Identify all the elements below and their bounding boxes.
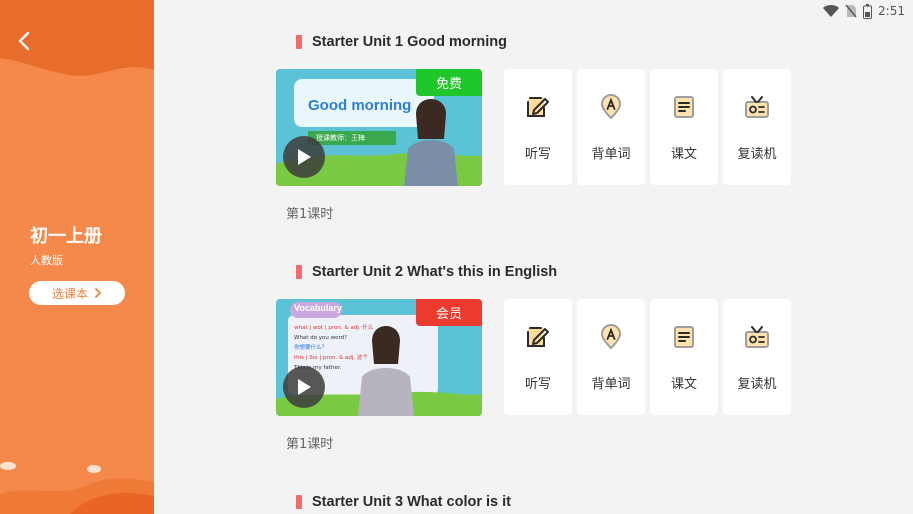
radio-icon — [745, 96, 769, 118]
sidebar-bottom-wave — [0, 462, 154, 514]
book-edition: 人教版 — [30, 254, 63, 267]
chevron-right-icon — [95, 288, 102, 298]
dictation-button[interactable]: 听写 — [504, 299, 572, 415]
play-button[interactable] — [283, 366, 325, 408]
member-badge: 会员 — [416, 299, 482, 326]
back-button[interactable] — [12, 28, 38, 54]
repeater-button[interactable]: 复读机 — [723, 69, 791, 185]
vocabulary-button[interactable]: 背单词 — [577, 299, 645, 415]
video-caption: Good morning — [308, 97, 412, 114]
tile-label: 背单词 — [591, 377, 631, 392]
unit-title-text: Starter Unit 2 What's this in English — [312, 264, 558, 280]
unit-title: Starter Unit 3 What color is it — [296, 494, 511, 510]
main-content: Starter Unit 1 Good morning Good morning… — [154, 0, 913, 514]
book-title: 初一上册 — [30, 226, 102, 247]
tile-label: 听写 — [524, 377, 551, 392]
video-caption: Vocabulary — [294, 303, 342, 313]
document-icon — [674, 326, 694, 348]
repeater-button[interactable]: 复读机 — [723, 299, 791, 415]
tile-label: 听写 — [524, 147, 551, 162]
free-badge: 免费 — [416, 69, 482, 96]
play-icon — [298, 149, 311, 165]
unit-title: Starter Unit 1 Good morning — [296, 34, 507, 50]
unit-title-text: Starter Unit 1 Good morning — [312, 34, 507, 50]
tile-label: 复读机 — [737, 377, 777, 392]
badge-label: 会员 — [435, 307, 462, 322]
unit-marker — [296, 495, 302, 509]
select-book-label: 选课本 — [51, 286, 88, 301]
chevron-left-icon — [18, 31, 30, 51]
unit-marker — [296, 35, 302, 49]
play-button[interactable] — [283, 136, 325, 178]
unit-title-text: Starter Unit 3 What color is it — [312, 494, 511, 510]
letter-a-pin-icon — [600, 324, 622, 350]
unit-marker — [296, 265, 302, 279]
select-book-button[interactable]: 选课本 — [29, 281, 125, 305]
radio-icon — [745, 326, 769, 348]
play-icon — [298, 379, 311, 395]
teacher-caption: 授课教师：王梅 — [316, 134, 365, 142]
unit-title: Starter Unit 2 What's this in English — [296, 264, 557, 280]
tile-label: 复读机 — [737, 147, 777, 162]
board-line: this | ðɪs | pron. & adj. 这个 — [294, 355, 368, 361]
badge-label: 免费 — [435, 77, 462, 92]
tile-label: 背单词 — [591, 147, 631, 162]
lesson-label[interactable]: 第1课时 — [286, 203, 333, 222]
letter-a-pin-icon — [600, 94, 622, 120]
document-icon — [674, 96, 694, 118]
lesson-label[interactable]: 第1课时 — [286, 433, 333, 452]
board-line: what | wɒt | pron. & adj. 什么 — [294, 325, 374, 331]
sidebar: 初一上册 人教版 选课本 — [0, 0, 154, 514]
board-line: 你想要什么？ — [294, 345, 328, 351]
dictation-button[interactable]: 听写 — [504, 69, 572, 185]
tile-label: 课文 — [670, 377, 697, 392]
video-thumbnail[interactable]: Vocabulary what | wɒt | pron. & adj. 什么 … — [276, 299, 482, 416]
pencil-note-icon — [527, 97, 549, 117]
text-button[interactable]: 课文 — [650, 299, 718, 415]
pencil-note-icon — [527, 327, 549, 347]
text-button[interactable]: 课文 — [650, 69, 718, 185]
vocabulary-button[interactable]: 背单词 — [577, 69, 645, 185]
tile-label: 课文 — [670, 147, 697, 162]
board-line: What do you word? — [294, 335, 348, 341]
video-thumbnail[interactable]: Good morning 授课教师：王梅 免费 — [276, 69, 482, 186]
